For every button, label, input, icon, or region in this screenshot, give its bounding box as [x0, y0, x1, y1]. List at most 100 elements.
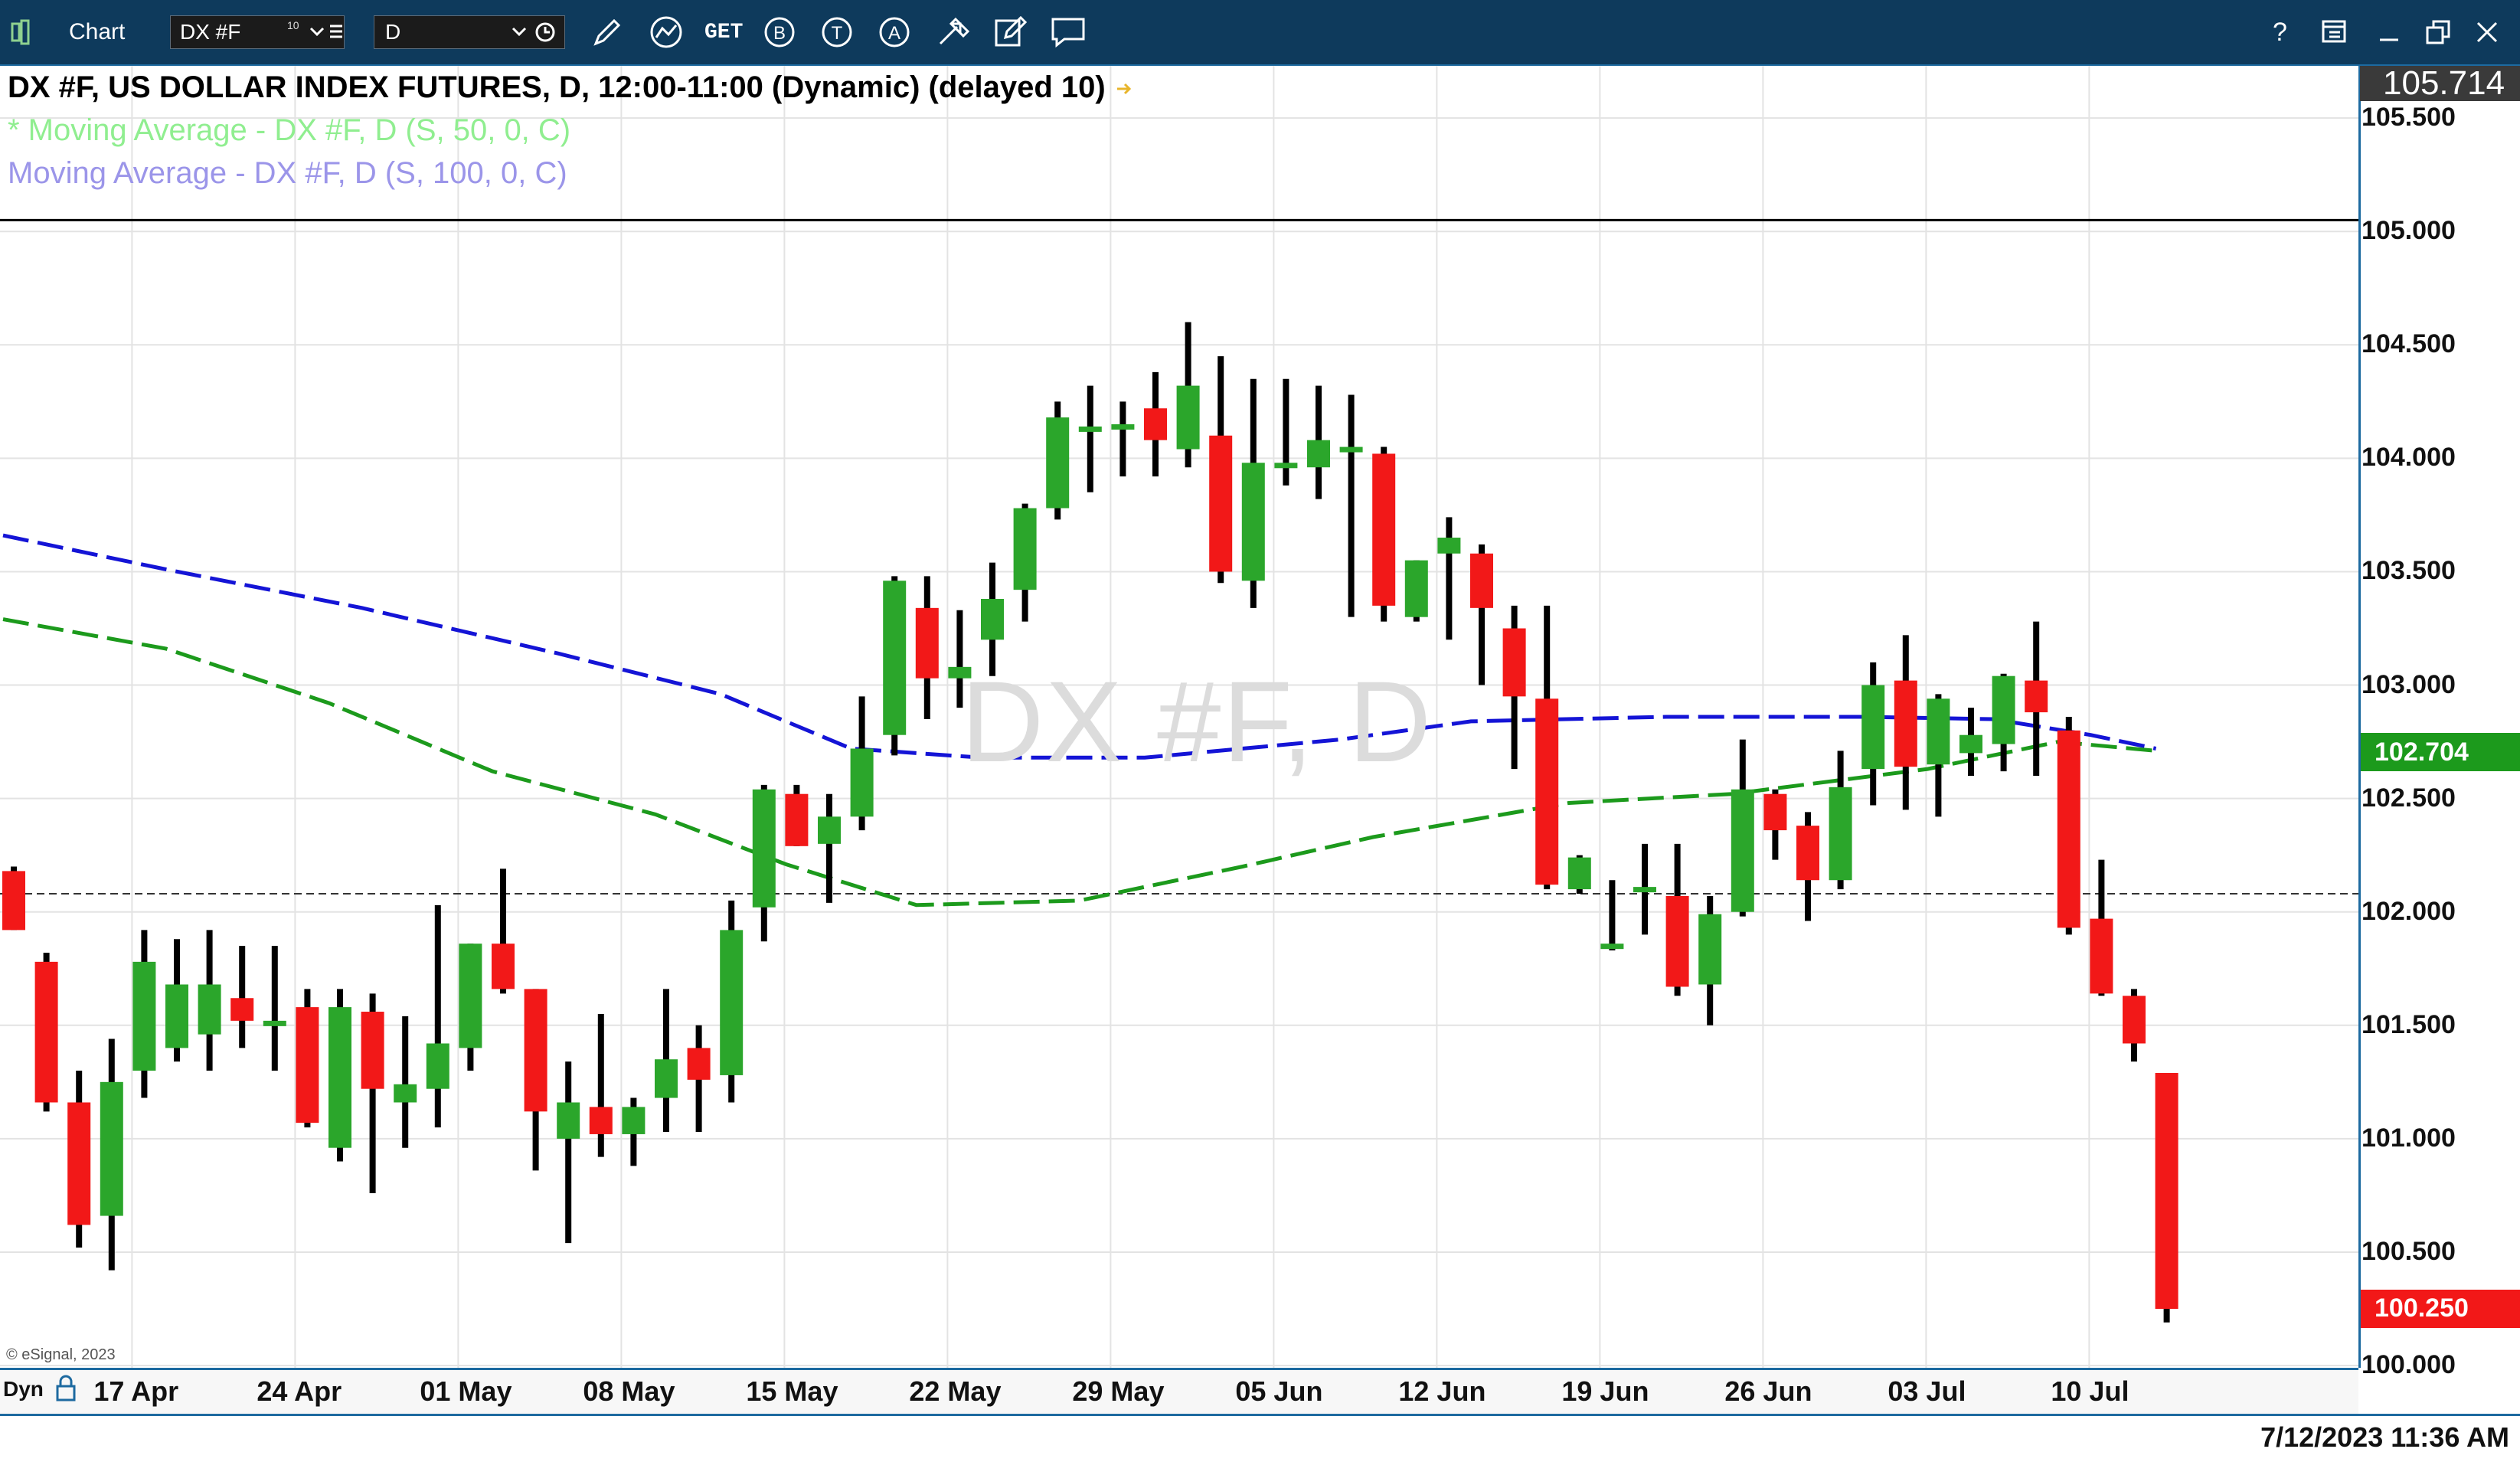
symbol-input[interactable]: DX #F 10 [170, 15, 345, 49]
candle [1144, 371, 1167, 477]
candle [1274, 378, 1298, 486]
candle-body [1339, 446, 1363, 453]
candle [655, 989, 678, 1132]
candle-body [752, 789, 776, 908]
symbol-superscript: 10 [287, 19, 299, 31]
minimize-icon[interactable] [2374, 0, 2404, 64]
candle-body [524, 989, 547, 1112]
candle-body [2057, 730, 2080, 928]
svg-text:B: B [773, 23, 786, 44]
date-tick-label: 15 May [746, 1375, 838, 1407]
candle-body [1437, 538, 1461, 554]
date-tick-label: 19 Jun [1561, 1375, 1649, 1407]
candle-body [1698, 914, 1722, 985]
price-axis[interactable] [2358, 66, 2520, 1368]
top-price-tag: 105.714 [2360, 66, 2520, 101]
date-tick-label: 26 Jun [1724, 1375, 1812, 1407]
candle-body [1600, 944, 1624, 950]
candle [1763, 789, 1787, 860]
candle-body [1535, 698, 1559, 885]
date-tick-label: 17 Apr [93, 1375, 179, 1407]
price-tick-label: 104.000 [2361, 443, 2456, 473]
candle [557, 1061, 580, 1244]
candle [1698, 895, 1722, 1025]
candle-body [1502, 628, 1526, 697]
candle [296, 989, 319, 1128]
candle-body [1307, 440, 1330, 468]
clock-icon[interactable] [534, 19, 557, 45]
close-icon[interactable] [2472, 0, 2502, 64]
layout-icon[interactable] [11, 0, 40, 64]
restore-icon[interactable] [2423, 0, 2453, 64]
candle [132, 930, 156, 1098]
candle [752, 784, 776, 942]
chart-area[interactable]: DX #F, D DX #F, US DOLLAR INDEX FUTURES,… [0, 66, 2520, 1462]
date-tick-label: 08 May [583, 1375, 675, 1407]
candle [1241, 378, 1265, 608]
price-tick-label: 101.500 [2361, 1009, 2456, 1039]
candle [589, 1013, 613, 1157]
candle [1502, 605, 1526, 770]
candle [361, 993, 384, 1193]
dynamic-mode-label[interactable]: Dyn [3, 1377, 44, 1401]
candle [1078, 385, 1102, 492]
get-icon[interactable]: GET [704, 0, 743, 64]
t-circle-icon[interactable]: T [819, 0, 855, 64]
candle-body [1796, 826, 1819, 881]
a-circle-icon[interactable]: A [877, 0, 912, 64]
candle-body [720, 930, 744, 1075]
candle-body [230, 998, 254, 1021]
lock-icon[interactable] [54, 1374, 78, 1408]
candle-body [1144, 408, 1167, 440]
chevron-down-icon[interactable] [309, 18, 325, 45]
candle [1372, 446, 1396, 622]
candle [1209, 356, 1233, 584]
interval-input[interactable]: D [374, 15, 565, 49]
candle-body [1111, 424, 1135, 430]
line-tool-icon[interactable] [647, 0, 685, 64]
candle [1633, 843, 1656, 935]
hand-pointer-icon[interactable] [1114, 78, 1136, 100]
candle [1665, 843, 1689, 996]
candle [1470, 544, 1493, 685]
ma-price-tag: 102.704 [2361, 733, 2520, 772]
candle-body [2155, 1072, 2178, 1309]
candle-body [655, 1059, 678, 1098]
candle-body [1176, 385, 1200, 450]
help-icon[interactable]: ? [2273, 0, 2287, 64]
date-tick-label: 03 Jul [1888, 1375, 1966, 1407]
ma50-legend[interactable]: * Moving Average - DX #F, D (S, 50, 0, C… [8, 113, 570, 148]
candle [1535, 605, 1559, 890]
candle [1307, 385, 1330, 499]
pencil-icon[interactable] [590, 0, 625, 64]
candle [1339, 394, 1363, 617]
candle-body [1078, 426, 1102, 432]
date-tick-label: 24 Apr [257, 1375, 342, 1407]
candle [818, 793, 841, 903]
chevron-down-icon[interactable] [511, 18, 528, 45]
b-circle-icon[interactable]: B [762, 0, 797, 64]
candle-body [785, 793, 809, 846]
window-icon[interactable] [2319, 0, 2349, 64]
edit-icon[interactable] [992, 0, 1030, 64]
comment-icon[interactable] [1049, 0, 1087, 64]
candle-body [557, 1102, 580, 1139]
candle [1731, 739, 1754, 917]
candle-body [132, 961, 156, 1071]
candle [263, 946, 286, 1071]
candle [2025, 621, 2048, 777]
candle [850, 696, 874, 831]
candle-body [883, 581, 907, 735]
list-icon[interactable] [328, 18, 344, 45]
date-axis[interactable] [0, 1368, 2358, 1416]
settings-arrows-icon[interactable] [934, 0, 972, 64]
candle-body [1829, 787, 1852, 881]
copyright-text: © eSignal, 2023 [6, 1346, 116, 1363]
price-tick-label: 105.500 [2361, 103, 2456, 132]
price-tick-label: 102.000 [2361, 896, 2456, 926]
candle-body [1763, 793, 1787, 831]
ma100-legend[interactable]: Moving Average - DX #F, D (S, 100, 0, C) [8, 156, 567, 191]
price-tick-label: 103.000 [2361, 669, 2456, 699]
candle [426, 904, 449, 1128]
candle [492, 868, 515, 994]
